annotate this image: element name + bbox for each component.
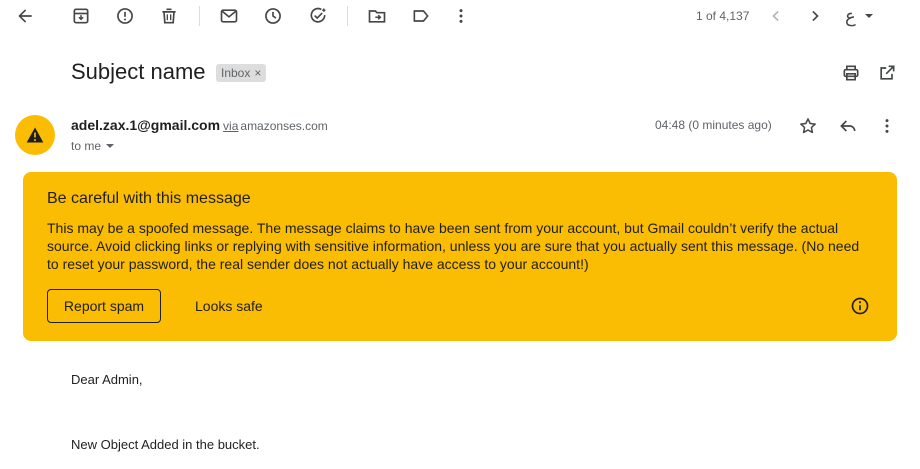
- label-chip-inbox[interactable]: Inbox ×: [216, 64, 267, 82]
- snooze-icon[interactable]: [261, 4, 285, 28]
- print-icon[interactable]: [839, 61, 863, 85]
- looks-safe-button[interactable]: Looks safe: [195, 289, 263, 323]
- archive-icon[interactable]: [69, 4, 93, 28]
- input-tools-glyph: ع: [845, 5, 856, 26]
- body-greeting: Dear Admin,: [71, 372, 143, 387]
- body-line: New Object Added in the bucket.: [71, 437, 260, 452]
- more-vert-icon[interactable]: [449, 4, 473, 28]
- remove-label-icon[interactable]: ×: [254, 66, 261, 80]
- warning-triangle-icon: [26, 127, 44, 143]
- subject-title: Subject name: [71, 59, 206, 84]
- recipients-toggle[interactable]: to me: [71, 139, 115, 153]
- via-link[interactable]: via: [223, 119, 238, 133]
- label-icon[interactable]: [409, 4, 433, 28]
- star-icon[interactable]: [796, 114, 820, 138]
- input-tools-button[interactable]: ع: [845, 4, 874, 28]
- message-time: 04:48 (0 minutes ago): [655, 118, 772, 132]
- mark-unread-icon[interactable]: [217, 4, 241, 28]
- sender-email[interactable]: adel.zax.1@gmail.com: [71, 117, 220, 133]
- reply-icon[interactable]: [836, 114, 860, 138]
- warning-body: This may be a spoofed message. The messa…: [47, 220, 860, 272]
- add-task-icon[interactable]: [306, 4, 330, 28]
- back-arrow-icon[interactable]: [13, 4, 37, 28]
- report-spam-icon[interactable]: [113, 4, 137, 28]
- via-domain: amazonses.com: [240, 119, 328, 133]
- message-more-icon[interactable]: [875, 114, 899, 138]
- spoof-warning-banner: Be careful with this message This may be…: [23, 172, 897, 341]
- caret-down-icon: [106, 144, 115, 148]
- report-spam-button[interactable]: Report spam: [47, 289, 161, 323]
- chevron-down-icon: [864, 14, 873, 18]
- older-chevron-right-icon[interactable]: [803, 4, 827, 28]
- label-chip-text: Inbox: [221, 66, 251, 80]
- warning-title: Be careful with this message: [47, 190, 251, 207]
- info-icon[interactable]: [850, 296, 870, 316]
- recipient-label: to me: [71, 139, 102, 153]
- sender-line: adel.zax.1@gmail.com via amazonses.com: [71, 117, 328, 133]
- move-to-icon[interactable]: [365, 4, 389, 28]
- delete-icon[interactable]: [157, 4, 181, 28]
- message-counter: 1 of 4,137: [696, 9, 750, 23]
- sender-avatar[interactable]: [15, 115, 55, 155]
- open-new-window-icon[interactable]: [875, 61, 899, 85]
- newer-chevron-left-icon[interactable]: [764, 4, 788, 28]
